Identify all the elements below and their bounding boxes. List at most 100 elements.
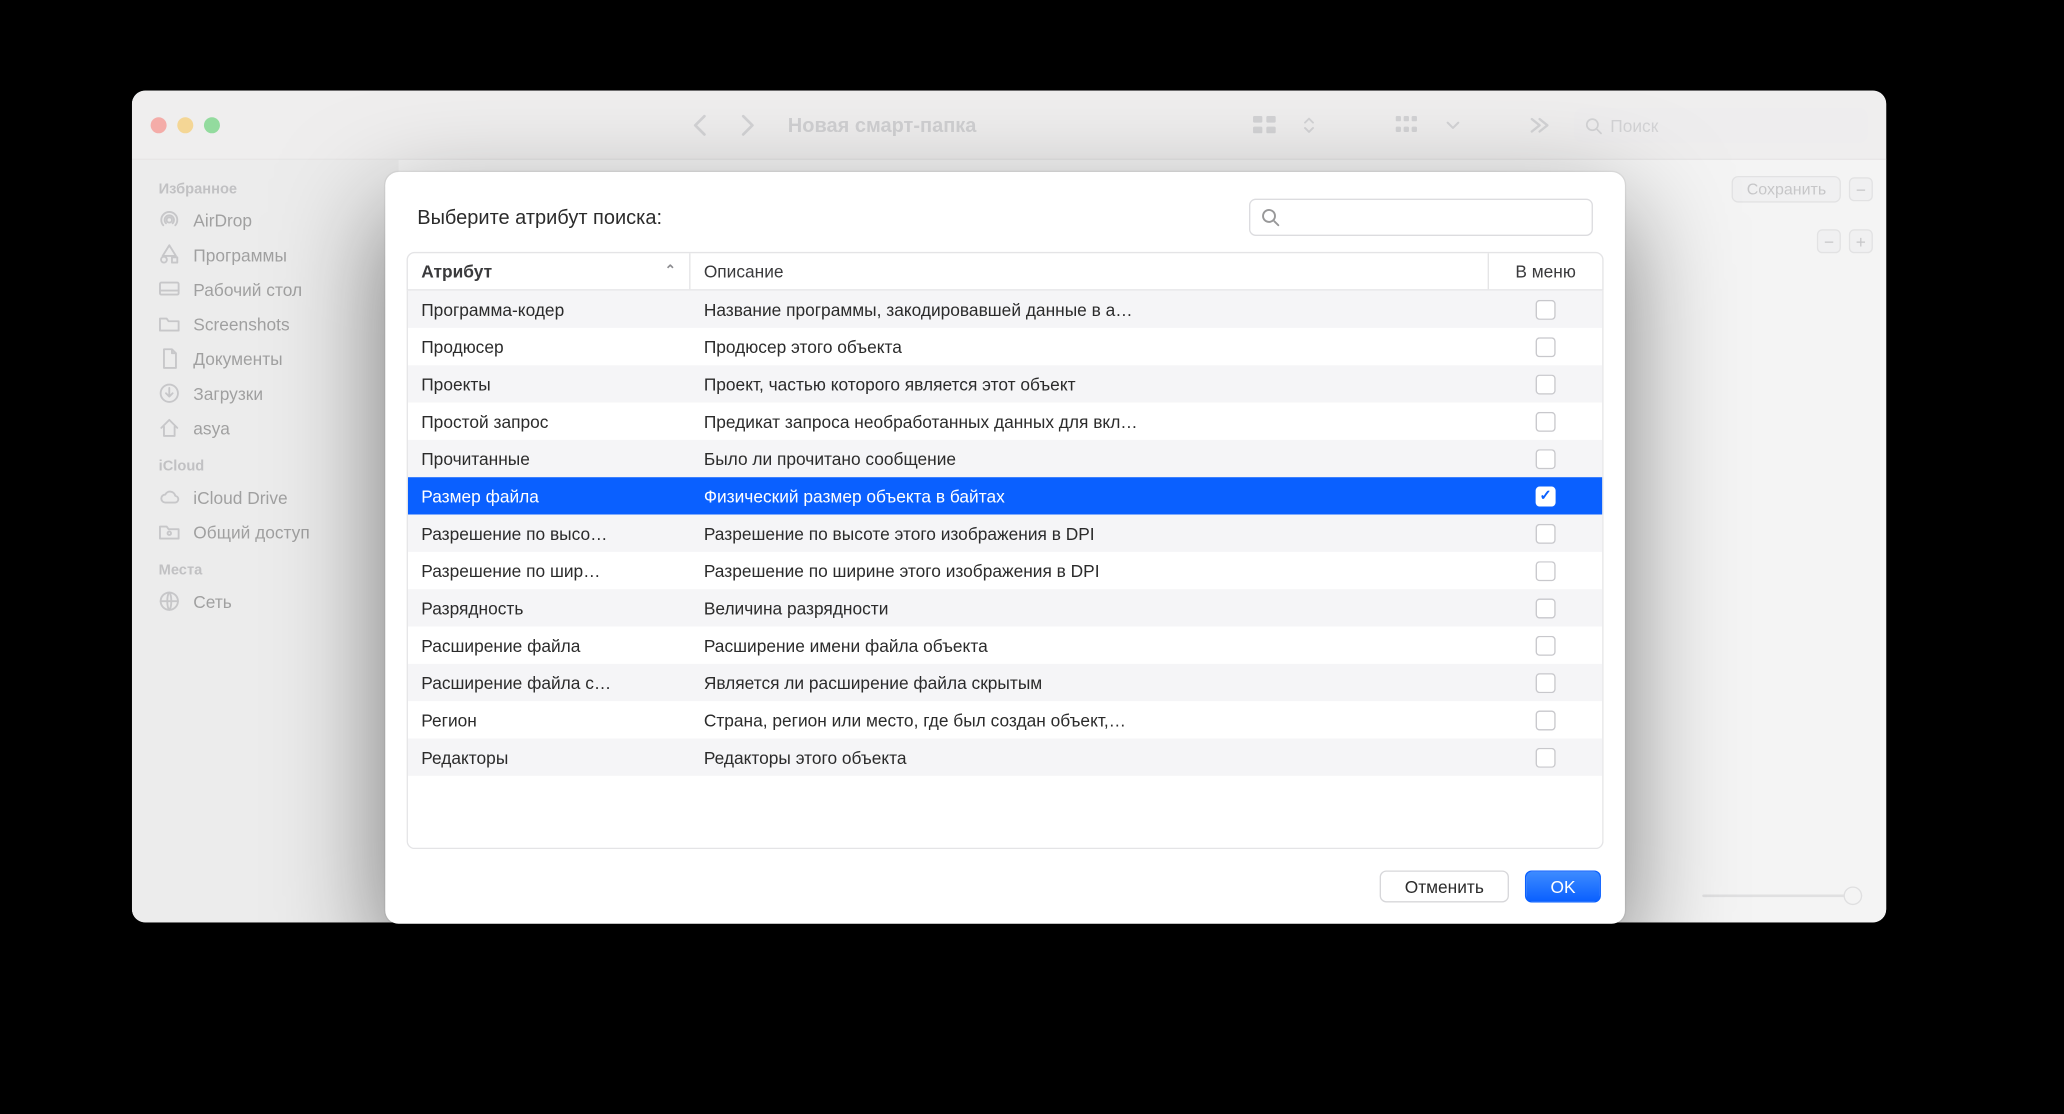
attribute-name-cell: Программа-кодер	[408, 299, 691, 319]
attribute-row[interactable]: ПрочитанныеБыло ли прочитано сообщение	[408, 440, 1602, 477]
ok-button[interactable]: OK	[1525, 870, 1601, 902]
folder-icon	[159, 313, 180, 334]
close-window-button[interactable]	[151, 117, 167, 133]
attribute-row[interactable]: РедакторыРедакторы этого объекта	[408, 738, 1602, 775]
in-menu-checkbox[interactable]	[1536, 411, 1556, 431]
save-smart-folder-button[interactable]: Сохранить	[1732, 176, 1841, 203]
attribute-in-menu-cell	[1489, 561, 1602, 581]
attribute-in-menu-cell	[1489, 299, 1602, 319]
attribute-in-menu-cell	[1489, 598, 1602, 618]
attribute-row[interactable]: ПродюсерПродюсер этого объекта	[408, 328, 1602, 365]
in-menu-checkbox[interactable]	[1536, 337, 1556, 357]
attribute-description-cell: Расширение имени файла объекта	[690, 635, 1488, 655]
in-menu-checkbox[interactable]	[1536, 486, 1556, 506]
attribute-description-cell: Физический размер объекта в байтах	[690, 486, 1488, 506]
sidebar: ИзбранноеAirDropПрограммыРабочий столScr…	[132, 160, 399, 922]
attribute-name-cell: Расширение файла с…	[408, 672, 691, 692]
in-menu-checkbox[interactable]	[1536, 374, 1556, 394]
sidebar-item-label: AirDrop	[193, 210, 252, 230]
attribute-row[interactable]: Программа-кодерНазвание программы, закод…	[408, 291, 1602, 328]
chevron-down-icon[interactable]	[1444, 109, 1463, 141]
attribute-row[interactable]: Разрешение по шир…Разрешение по ширине э…	[408, 552, 1602, 589]
remove-rule-button[interactable]: −	[1817, 229, 1841, 253]
column-header-in-menu[interactable]: В меню	[1489, 253, 1602, 289]
attribute-name-cell: Простой запрос	[408, 411, 691, 431]
group-by-button[interactable]	[1390, 109, 1427, 141]
sidebar-item-label: Загрузки	[193, 383, 263, 403]
column-header-description-label: Описание	[704, 261, 784, 281]
minimize-window-button[interactable]	[177, 117, 193, 133]
in-menu-checkbox[interactable]	[1536, 635, 1556, 655]
sidebar-item[interactable]: AirDrop	[132, 203, 399, 238]
attribute-in-menu-cell	[1489, 523, 1602, 543]
attribute-in-menu-cell	[1489, 486, 1602, 506]
back-button[interactable]	[684, 109, 716, 141]
attribute-row[interactable]: Простой запросПредикат запроса необработ…	[408, 403, 1602, 440]
in-menu-checkbox[interactable]	[1536, 710, 1556, 730]
home-icon	[159, 417, 180, 438]
attribute-row[interactable]: Размер файлаФизический размер объекта в …	[408, 477, 1602, 514]
sidebar-item[interactable]: Сеть	[132, 584, 399, 619]
attribute-picker-sheet: Выберите атрибут поиска: Атрибут ⌃ Описа…	[385, 172, 1625, 924]
attribute-description-cell: Редакторы этого объекта	[690, 747, 1488, 767]
attribute-name-cell: Разрешение по шир…	[408, 561, 691, 581]
sidebar-section-title: Места	[132, 549, 399, 584]
sidebar-item[interactable]: Программы	[132, 237, 399, 272]
network-icon	[159, 591, 180, 612]
finder-search-field[interactable]: Поиск	[1574, 108, 1867, 143]
shared-folder-icon	[159, 521, 180, 542]
in-menu-checkbox[interactable]	[1536, 747, 1556, 767]
view-icons-button[interactable]	[1246, 109, 1283, 141]
attribute-row[interactable]: Разрешение по высо…Разрешение по высоте …	[408, 515, 1602, 552]
attribute-row[interactable]: Расширение файлаРасширение имени файла о…	[408, 627, 1602, 664]
view-dropdown-icon[interactable]	[1300, 109, 1319, 141]
in-menu-checkbox[interactable]	[1536, 299, 1556, 319]
attribute-description-cell: Разрешение по высоте этого изображения в…	[690, 523, 1488, 543]
sidebar-item-label: Screenshots	[193, 314, 289, 334]
sidebar-item[interactable]: asya	[132, 411, 399, 446]
attribute-name-cell: Расширение файла	[408, 635, 691, 655]
sidebar-item[interactable]: iCloud Drive	[132, 480, 399, 515]
in-menu-checkbox[interactable]	[1536, 523, 1556, 543]
add-rule-button[interactable]: +	[1849, 229, 1873, 253]
traffic-lights	[151, 117, 220, 133]
attribute-row[interactable]: Расширение файла с…Является ли расширени…	[408, 664, 1602, 701]
attribute-row[interactable]: ПроектыПроект, частью которого является …	[408, 365, 1602, 402]
attribute-description-cell: Страна, регион или место, где был создан…	[690, 710, 1488, 730]
in-menu-checkbox[interactable]	[1536, 598, 1556, 618]
attribute-name-cell: Разрешение по высо…	[408, 523, 691, 543]
attribute-table-body: Программа-кодерНазвание программы, закод…	[407, 291, 1604, 850]
in-menu-checkbox[interactable]	[1536, 449, 1556, 469]
attribute-in-menu-cell	[1489, 635, 1602, 655]
column-header-description[interactable]: Описание	[690, 253, 1488, 289]
forward-button[interactable]	[732, 109, 764, 141]
attribute-name-cell: Разрядность	[408, 598, 691, 618]
sort-indicator-icon: ⌃	[665, 264, 676, 279]
sidebar-item[interactable]: Screenshots	[132, 307, 399, 342]
column-header-attribute[interactable]: Атрибут ⌃	[408, 253, 691, 289]
attribute-name-cell: Редакторы	[408, 747, 691, 767]
attribute-row[interactable]: РегионСтрана, регион или место, где был …	[408, 701, 1602, 738]
in-menu-checkbox[interactable]	[1536, 561, 1556, 581]
apps-icon	[159, 244, 180, 265]
in-menu-checkbox[interactable]	[1536, 672, 1556, 692]
icon-size-slider[interactable]	[1702, 885, 1862, 906]
sidebar-item[interactable]: Рабочий стол	[132, 272, 399, 307]
cancel-button[interactable]: Отменить	[1379, 870, 1509, 902]
desktop-icon	[159, 279, 180, 300]
sidebar-item-label: Сеть	[193, 591, 232, 611]
attribute-description-cell: Проект, частью которого является этот об…	[690, 374, 1488, 394]
slider-thumb[interactable]	[1844, 886, 1863, 905]
sidebar-item-label: Документы	[193, 349, 282, 369]
sidebar-item-label: Программы	[193, 245, 287, 265]
sidebar-item[interactable]: Документы	[132, 341, 399, 376]
maximize-window-button[interactable]	[204, 117, 220, 133]
more-toolbar-icon[interactable]	[1521, 109, 1558, 141]
remove-smart-folder-button[interactable]: −	[1849, 177, 1873, 201]
attribute-row[interactable]: РазрядностьВеличина разрядности	[408, 589, 1602, 626]
sidebar-item[interactable]: Загрузки	[132, 376, 399, 411]
attribute-search-field[interactable]	[1249, 199, 1593, 236]
sidebar-item-label: asya	[193, 418, 230, 438]
column-header-attribute-label: Атрибут	[421, 261, 492, 281]
sidebar-item[interactable]: Общий доступ	[132, 515, 399, 550]
